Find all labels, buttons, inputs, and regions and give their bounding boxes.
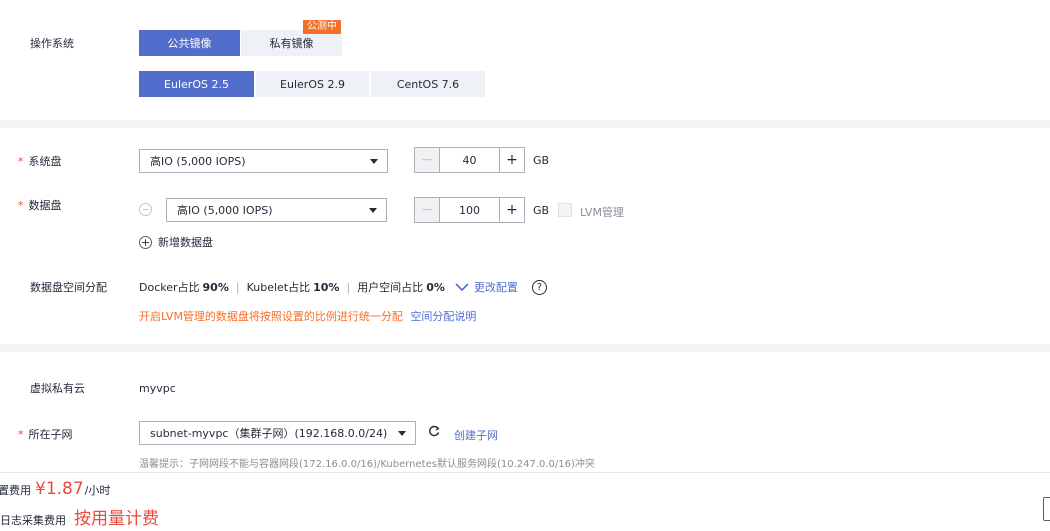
vpc-label: 虚拟私有云 xyxy=(30,382,85,395)
system-disk-type-select[interactable]: 高IO (5,000 IOPS) xyxy=(139,149,388,173)
user-space-value: 0% xyxy=(426,280,445,294)
data-disk-type-select[interactable]: 高IO (5,000 IOPS) xyxy=(166,198,387,222)
vpc-value: myvpc xyxy=(139,382,176,395)
subnet-value: subnet-myvpc（集群子网）(192.168.0.0/24) xyxy=(150,427,388,440)
chevron-down-icon xyxy=(398,431,406,436)
beta-badge: 公测中 xyxy=(303,20,341,34)
os-label: 操作系统 xyxy=(30,37,74,50)
subnet-select[interactable]: subnet-myvpc（集群子网）(192.168.0.0/24) xyxy=(139,421,416,445)
log-fee: 日志采集费用 按用量计费 xyxy=(0,504,159,529)
kubelet-value: 10% xyxy=(313,280,340,294)
subnet-label: * 所在子网 xyxy=(18,428,73,441)
config-fee: 置费用 ¥1.87 /小时 xyxy=(0,479,110,499)
add-data-disk-label: 新增数据盘 xyxy=(158,236,213,249)
subnet-tip: 温馨提示：子网网段不能与容器网段(172.16.0.0/16)/Kubernet… xyxy=(139,459,595,470)
os-version-euleros-25[interactable]: EulerOS 2.5 xyxy=(139,71,254,97)
footer-button-edge[interactable] xyxy=(1043,497,1050,521)
data-disk-label: * 数据盘 xyxy=(18,199,62,212)
divider: | xyxy=(235,280,240,294)
add-data-disk-button[interactable]: + 新增数据盘 xyxy=(139,234,213,250)
price-value: ¥1.87 xyxy=(35,479,84,499)
help-icon[interactable]: ? xyxy=(531,279,547,295)
alloc-help-link[interactable]: 空间分配说明 xyxy=(410,310,476,323)
lvm-note: 开启LVM管理的数据盘将按照设置的比例进行统一分配 空间分配说明 xyxy=(139,308,476,324)
change-config-label: 更改配置 xyxy=(473,281,518,294)
system-disk-label: * 系统盘 xyxy=(18,155,62,168)
lvm-note-text: 开启LVM管理的数据盘将按照设置的比例进行统一分配 xyxy=(139,310,403,323)
log-fee-value: 按用量计费 xyxy=(74,509,159,529)
config-fee-label: 置费用 xyxy=(0,484,31,497)
increase-button[interactable]: + xyxy=(500,198,524,222)
required-icon: * xyxy=(18,428,24,441)
os-version-centos-76[interactable]: CentOS 7.6 xyxy=(371,71,485,97)
kubelet-label: Kubelet占比 xyxy=(246,281,311,294)
required-icon: * xyxy=(18,155,24,168)
data-disk-unit: GB xyxy=(533,204,550,217)
os-section xyxy=(0,0,1050,120)
lvm-label: LVM管理 xyxy=(580,206,624,219)
user-space-label: 用户空间占比 xyxy=(357,281,424,294)
data-disk-size-stepper[interactable]: − 100 + xyxy=(414,197,525,223)
refresh-icon[interactable] xyxy=(428,425,440,440)
log-fee-label: 日志采集费用 xyxy=(0,514,66,527)
os-version-euleros-29[interactable]: EulerOS 2.9 xyxy=(256,71,369,97)
divider: | xyxy=(346,280,351,294)
alloc-summary: Docker占比 90% | Kubelet占比 10% | 用户空间占比 0%… xyxy=(139,279,547,295)
decrease-button[interactable]: − xyxy=(415,198,439,222)
chevron-down-icon xyxy=(370,159,378,164)
change-config-button[interactable]: 更改配置 xyxy=(455,279,518,295)
system-disk-size-stepper[interactable]: − 40 + xyxy=(414,147,525,173)
price-unit: /小时 xyxy=(84,484,111,497)
chevron-down-icon xyxy=(455,283,469,292)
system-disk-type-value: 高IO (5,000 IOPS) xyxy=(150,155,246,168)
increase-button[interactable]: + xyxy=(500,148,524,172)
alloc-label: 数据盘空间分配 xyxy=(30,281,107,294)
create-subnet-link[interactable]: 创建子网 xyxy=(454,427,498,443)
decrease-button[interactable]: − xyxy=(415,148,439,172)
remove-disk-icon[interactable] xyxy=(139,203,152,216)
tab-public-image[interactable]: 公共镜像 xyxy=(139,30,240,56)
system-disk-unit: GB xyxy=(533,154,550,167)
top-cutoff-text xyxy=(140,0,700,2)
price-footer: 置费用 ¥1.87 /小时 日志采集费用 按用量计费 xyxy=(0,472,1050,531)
docker-label: Docker占比 xyxy=(139,281,200,294)
lvm-checkbox[interactable] xyxy=(558,203,572,217)
chevron-down-icon xyxy=(369,208,377,213)
required-icon: * xyxy=(18,199,24,212)
system-disk-size-input[interactable]: 40 xyxy=(439,148,500,172)
plus-circle-icon: + xyxy=(139,235,152,249)
data-disk-size-input[interactable]: 100 xyxy=(439,198,500,222)
docker-value: 90% xyxy=(202,280,229,294)
data-disk-type-value: 高IO (5,000 IOPS) xyxy=(177,204,273,217)
